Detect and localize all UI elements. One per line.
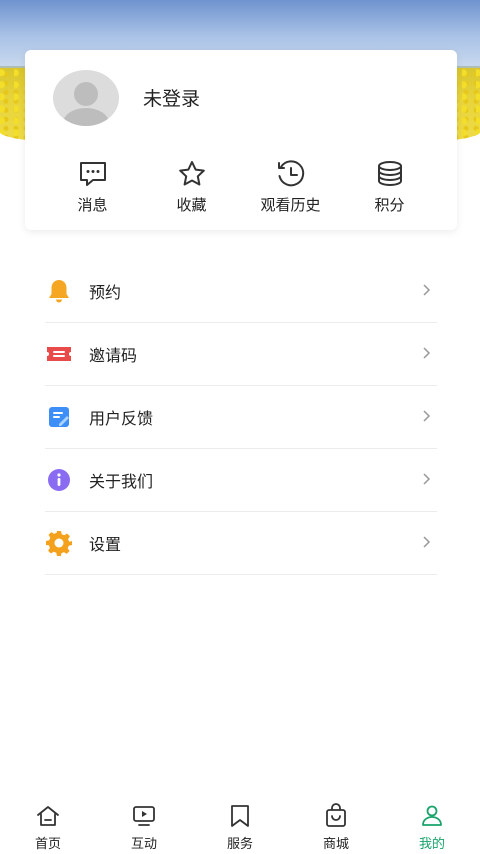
nav-item-interaction[interactable]: 互动 xyxy=(96,795,192,854)
quick-action-label: 消息 xyxy=(77,196,108,214)
quick-action-points[interactable]: 积分 xyxy=(340,158,439,224)
quick-actions: 消息 收藏 观看历史 积分 xyxy=(25,158,457,224)
quick-action-label: 收藏 xyxy=(176,196,207,214)
menu-item-label: 关于我们 xyxy=(89,472,154,491)
profile-icon xyxy=(422,805,442,826)
menu-item-invite-code[interactable]: 邀请码 xyxy=(45,323,437,386)
menu-item-label: 设置 xyxy=(89,535,122,554)
nav-label: 商城 xyxy=(322,837,349,852)
bell-icon xyxy=(45,277,73,305)
info-icon xyxy=(45,466,73,494)
nav-label: 我的 xyxy=(418,837,445,852)
gear-icon xyxy=(45,529,73,557)
history-icon xyxy=(277,160,304,187)
menu-item-label: 用户反馈 xyxy=(89,409,154,428)
shop-bag-icon xyxy=(326,803,346,827)
quick-action-messages[interactable]: 消息 xyxy=(43,158,142,224)
nav-label: 首页 xyxy=(34,837,61,852)
avatar-shoulders xyxy=(63,108,109,126)
menu-item-settings[interactable]: 设置 xyxy=(45,512,437,575)
chevron-right-icon xyxy=(423,347,431,359)
bottom-navigation: 首页 互动 服务 商城 我的 xyxy=(0,795,480,854)
settings-menu: 预约 邀请码 用户反馈 关于我们 设置 xyxy=(45,260,437,575)
chevron-right-icon xyxy=(423,410,431,422)
quick-action-label: 积分 xyxy=(374,196,405,214)
feedback-icon xyxy=(45,403,73,431)
avatar[interactable] xyxy=(53,70,119,126)
avatar-head xyxy=(74,82,98,106)
home-icon xyxy=(37,806,59,826)
bookmark-icon xyxy=(231,805,249,827)
menu-item-feedback[interactable]: 用户反馈 xyxy=(45,386,437,449)
ticket-icon xyxy=(45,340,73,368)
menu-item-label: 预约 xyxy=(89,283,122,302)
profile-header[interactable]: 未登录 xyxy=(25,50,457,145)
coins-icon xyxy=(377,161,402,187)
message-icon xyxy=(79,162,106,186)
star-icon xyxy=(178,161,205,186)
profile-card: 未登录 消息 收藏 观看历史 积分 xyxy=(25,50,457,230)
nav-item-home[interactable]: 首页 xyxy=(0,795,96,854)
quick-action-label: 观看历史 xyxy=(260,196,321,214)
menu-item-reservation[interactable]: 预约 xyxy=(45,260,437,323)
chevron-right-icon xyxy=(423,473,431,485)
nav-item-mine[interactable]: 我的 xyxy=(384,795,480,854)
nav-label: 服务 xyxy=(226,837,253,852)
chevron-right-icon xyxy=(423,536,431,548)
menu-item-about-us[interactable]: 关于我们 xyxy=(45,449,437,512)
nav-item-mall[interactable]: 商城 xyxy=(288,795,384,854)
nav-label: 互动 xyxy=(130,837,157,852)
quick-action-favorites[interactable]: 收藏 xyxy=(142,158,241,224)
quick-action-history[interactable]: 观看历史 xyxy=(241,158,340,224)
tv-icon xyxy=(133,806,155,826)
nav-item-services[interactable]: 服务 xyxy=(192,795,288,854)
chevron-right-icon xyxy=(423,284,431,296)
login-status-text[interactable]: 未登录 xyxy=(143,84,200,111)
menu-item-label: 邀请码 xyxy=(89,346,138,365)
